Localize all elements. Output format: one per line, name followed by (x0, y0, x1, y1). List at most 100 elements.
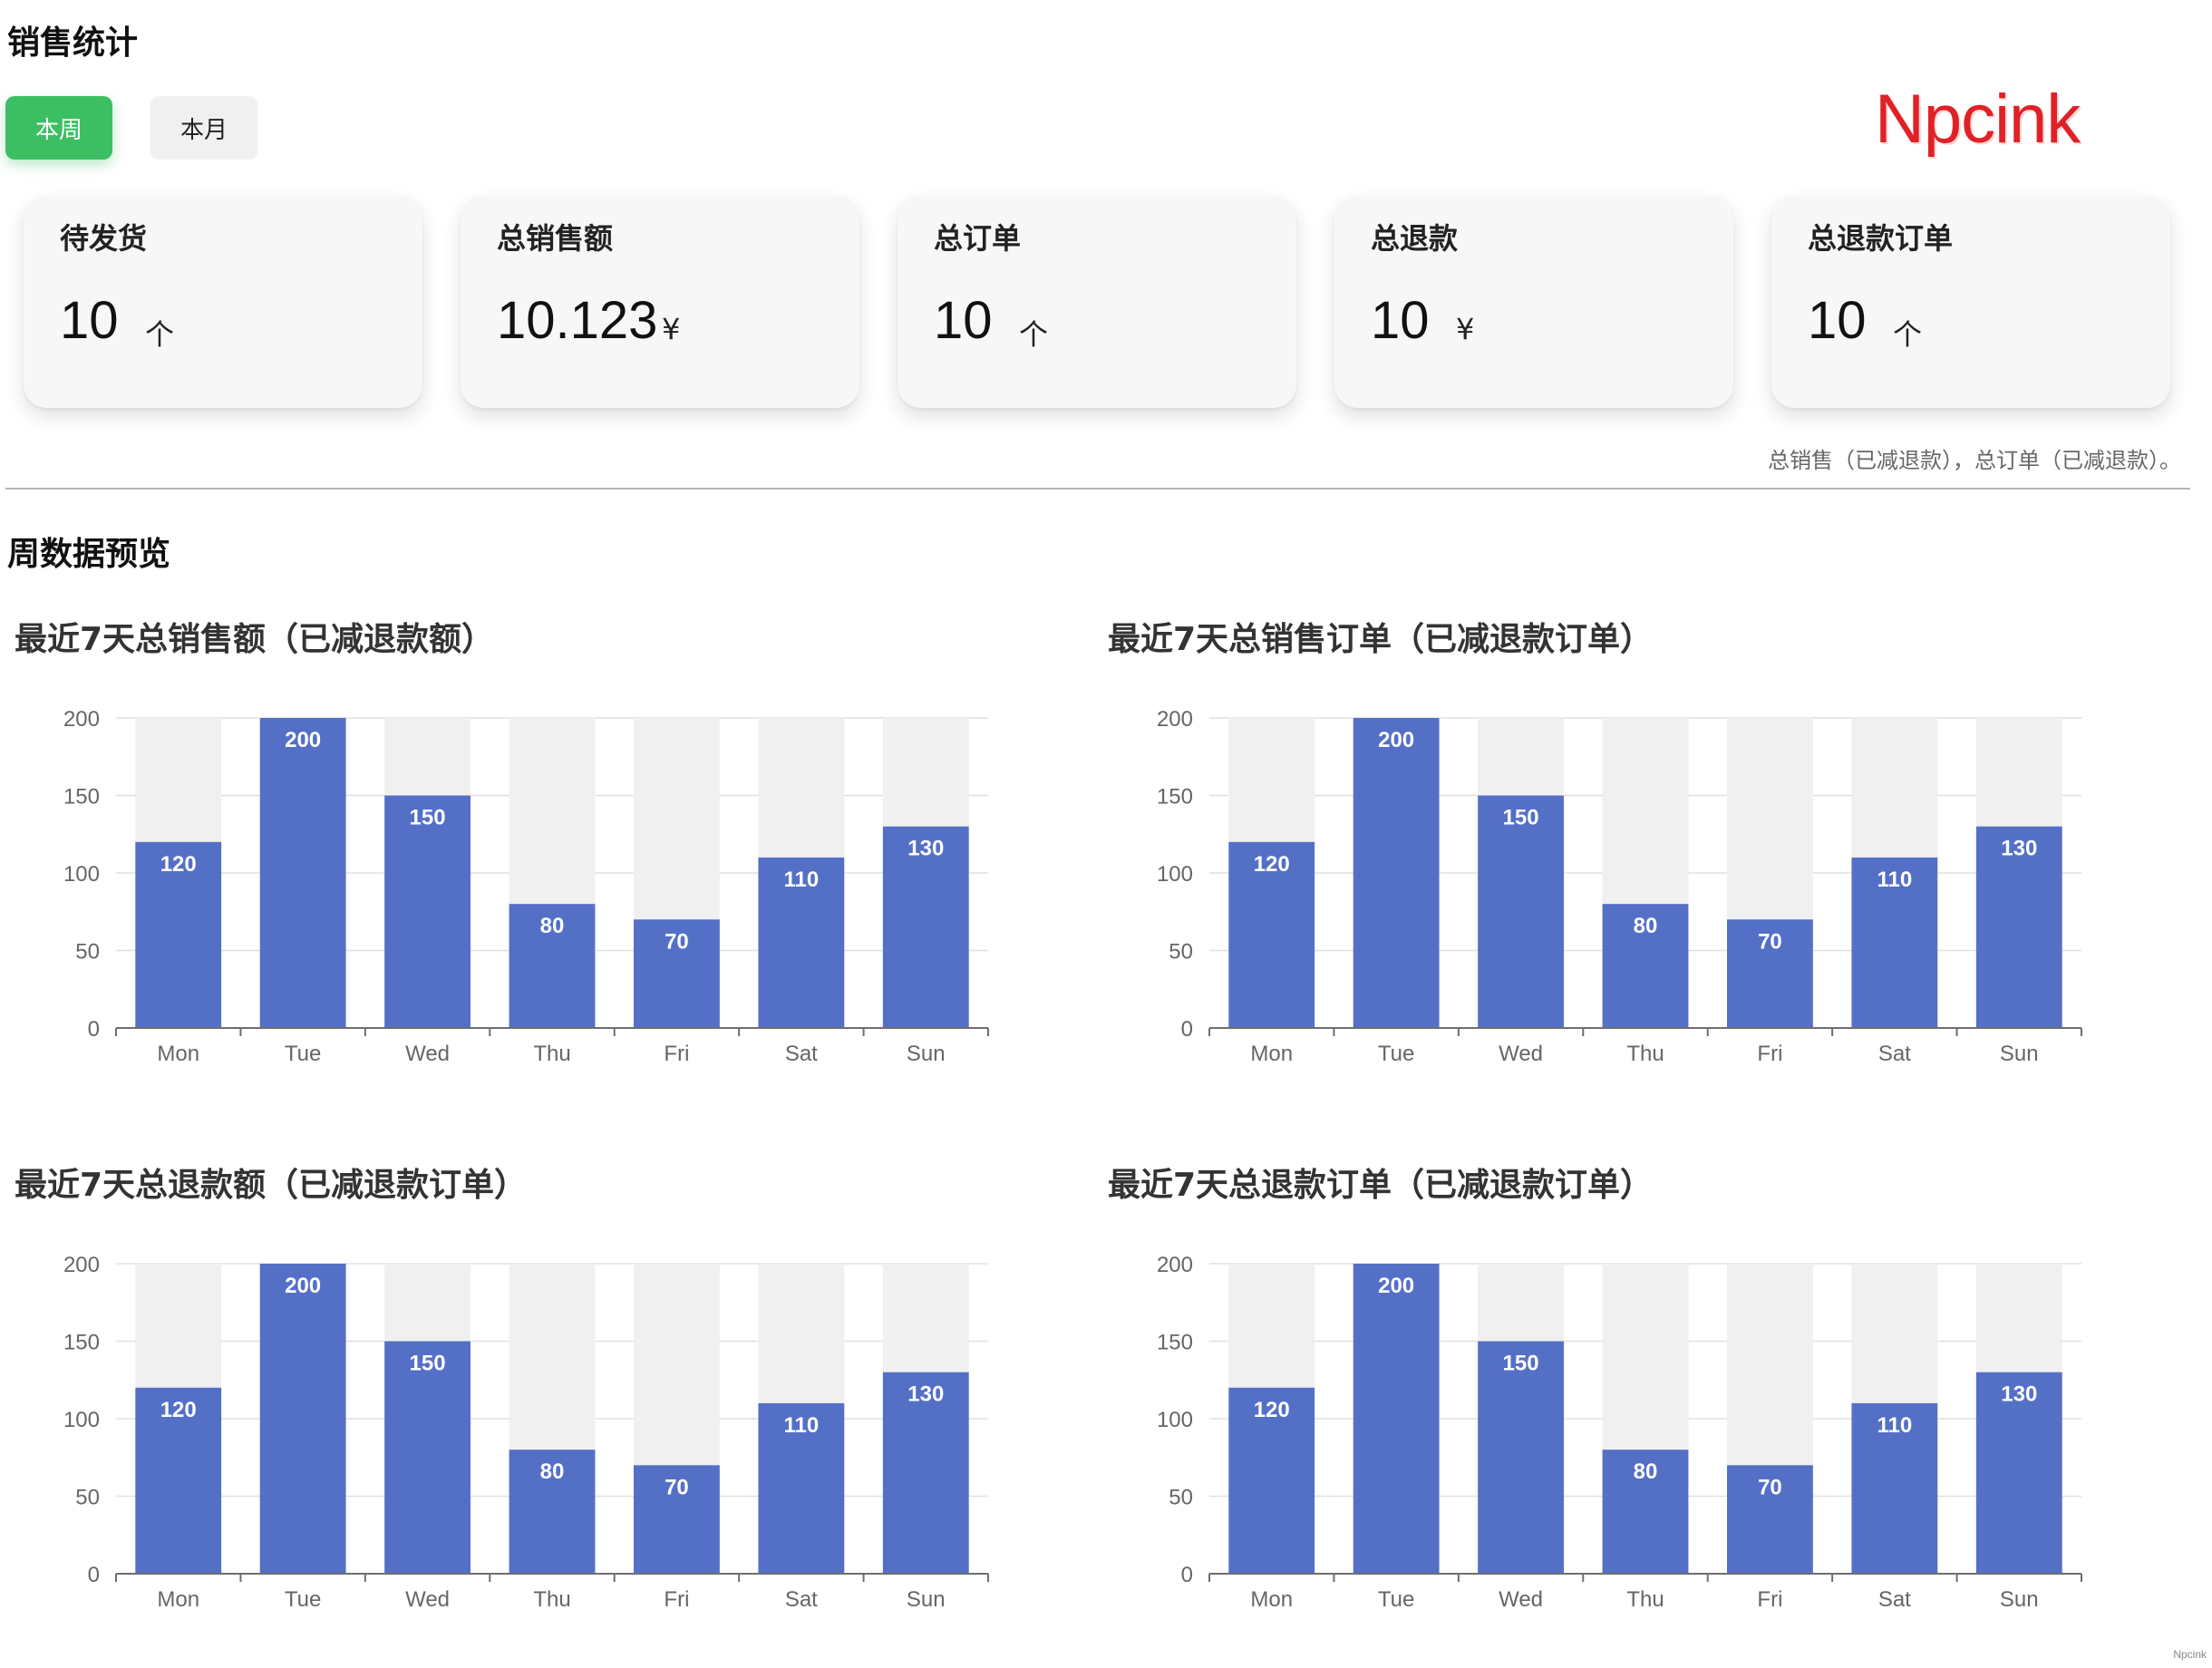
data-label: 130 (907, 1382, 944, 1407)
stat-card-total-orders: 总订单 10 个 (897, 196, 1296, 408)
data-label: 70 (665, 929, 689, 954)
page-title: 销售统计 (7, 24, 139, 62)
bar (259, 718, 346, 1028)
x-tick-label: Wed (1499, 1587, 1543, 1612)
data-label: 150 (410, 806, 446, 830)
bar-chart: 0 50 100 150 200 120 Mon 200 Tue 150 Wed 80 Thu 70 Fri… (1130, 689, 2154, 1088)
x-tick-label: Fri (1757, 1587, 1782, 1612)
x-tick-label: Fri (664, 1042, 689, 1066)
data-label: 120 (160, 1398, 197, 1422)
stat-card-value: 10 (934, 291, 993, 350)
data-label: 110 (783, 1413, 819, 1438)
stat-card-unit: ¥ (1456, 312, 1475, 346)
stat-card-unit: 个 (145, 317, 175, 352)
y-tick-label: 200 (1157, 1253, 1193, 1277)
y-tick-label: 200 (63, 1253, 100, 1277)
y-tick-label: 150 (63, 1331, 100, 1355)
y-tick-label: 0 (88, 1563, 100, 1587)
x-tick-label: Wed (405, 1042, 450, 1066)
stat-card-value: 10 (60, 291, 119, 350)
stat-card-pending-shipment: 待发货 10 个 (24, 196, 422, 408)
x-tick-label: Sun (2000, 1587, 2039, 1612)
x-tick-label: Tue (285, 1042, 321, 1066)
y-tick-label: 100 (63, 1408, 100, 1432)
bar-chart: 0 50 100 150 200 120 Mon 200 Tue 150 Wed 80 Thu 70 Fri… (1130, 1235, 2154, 1634)
stat-card-total-refunds: 总退款 10 ¥ (1334, 196, 1733, 408)
x-tick-label: Sat (785, 1587, 818, 1612)
x-tick-label: Sun (907, 1587, 946, 1612)
stat-card-title: 待发货 (60, 221, 148, 256)
stat-card-unit: 个 (1893, 317, 1923, 352)
x-tick-label: Tue (1378, 1042, 1414, 1066)
data-label: 130 (907, 837, 944, 861)
x-tick-label: Thu (533, 1042, 570, 1066)
tab-this-week[interactable]: 本周 (5, 96, 112, 160)
y-tick-label: 200 (63, 707, 100, 732)
tab-this-month[interactable]: 本月 (150, 96, 257, 160)
x-tick-label: Mon (1250, 1587, 1293, 1612)
y-tick-label: 50 (75, 940, 100, 965)
x-tick-label: Sun (2000, 1042, 2039, 1066)
bar-chart: 0 50 100 150 200 120 Mon 200 Tue 150 Wed 80 Thu 70 Fri… (36, 1235, 1061, 1634)
data-label: 70 (665, 1475, 689, 1499)
data-label: 130 (2001, 1382, 2037, 1407)
bar (1353, 718, 1440, 1028)
chart-svg: 0 50 100 150 200 120 Mon 200 Tue 150 Wed 80 Thu 70 Fri… (1157, 1253, 2082, 1612)
y-tick-label: 50 (75, 1486, 100, 1510)
divider (5, 488, 2190, 490)
data-label: 200 (1378, 1274, 1414, 1298)
y-tick-label: 50 (1169, 940, 1193, 965)
stat-card-total-sales: 总销售额 10.123 ¥ (461, 196, 859, 408)
bar (1478, 795, 1564, 1028)
data-label: 110 (1877, 1413, 1912, 1438)
y-tick-label: 100 (1157, 1408, 1193, 1432)
stat-card-unit: 个 (1019, 317, 1049, 352)
data-label: 80 (1634, 914, 1658, 938)
bar (1478, 1341, 1564, 1574)
x-tick-label: Sun (907, 1042, 946, 1066)
data-label: 200 (285, 1274, 321, 1298)
bar-chart: 0 50 100 150 200 120 Mon 200 Tue 150 Wed 80 Thu 70 Fri… (36, 689, 1061, 1088)
bar (384, 795, 471, 1028)
x-tick-label: Fri (664, 1587, 689, 1612)
stat-card-value: 10 (1371, 291, 1430, 350)
stat-card-title: 总销售额 (497, 221, 614, 256)
stat-card-title: 总退款订单 (1808, 221, 1954, 256)
data-label: 150 (1503, 1352, 1539, 1376)
data-label: 70 (1758, 929, 1782, 954)
data-label: 200 (285, 728, 321, 752)
x-tick-label: Thu (1626, 1042, 1664, 1066)
y-tick-label: 0 (88, 1017, 100, 1042)
x-tick-label: Mon (157, 1042, 199, 1066)
y-tick-label: 150 (63, 785, 100, 810)
x-tick-label: Mon (1250, 1042, 1293, 1066)
x-tick-label: Mon (157, 1587, 199, 1612)
x-tick-label: Wed (405, 1587, 450, 1612)
x-tick-label: Wed (1499, 1042, 1543, 1066)
bar (1353, 1264, 1440, 1574)
data-label: 70 (1758, 1475, 1782, 1499)
stat-card-title: 总退款 (1371, 221, 1459, 256)
stat-card-unit: ¥ (662, 312, 681, 346)
x-tick-label: Sat (785, 1042, 818, 1066)
stat-card-value: 10.123 (497, 291, 658, 350)
y-tick-label: 200 (1157, 707, 1193, 732)
chart-svg: 0 50 100 150 200 120 Mon 200 Tue 150 Wed 80 Thu 70 Fri… (1157, 707, 2082, 1066)
data-label: 80 (1634, 1460, 1658, 1484)
y-tick-label: 100 (63, 862, 100, 887)
y-tick-label: 0 (1181, 1563, 1193, 1587)
chart-svg: 0 50 100 150 200 120 Mon 200 Tue 150 Wed 80 Thu 70 Fri… (63, 707, 989, 1066)
bar (384, 1341, 471, 1574)
data-label: 80 (540, 1460, 565, 1484)
data-label: 110 (783, 868, 819, 892)
x-tick-label: Sat (1878, 1042, 1911, 1066)
data-label: 80 (540, 914, 565, 938)
data-label: 150 (1503, 806, 1539, 830)
x-tick-label: Fri (1757, 1042, 1782, 1066)
x-tick-label: Tue (285, 1587, 321, 1612)
data-label: 110 (1877, 868, 1912, 892)
data-label: 120 (160, 852, 197, 877)
y-tick-label: 100 (1157, 862, 1193, 887)
y-tick-label: 50 (1169, 1486, 1193, 1510)
data-label: 130 (2001, 837, 2037, 861)
